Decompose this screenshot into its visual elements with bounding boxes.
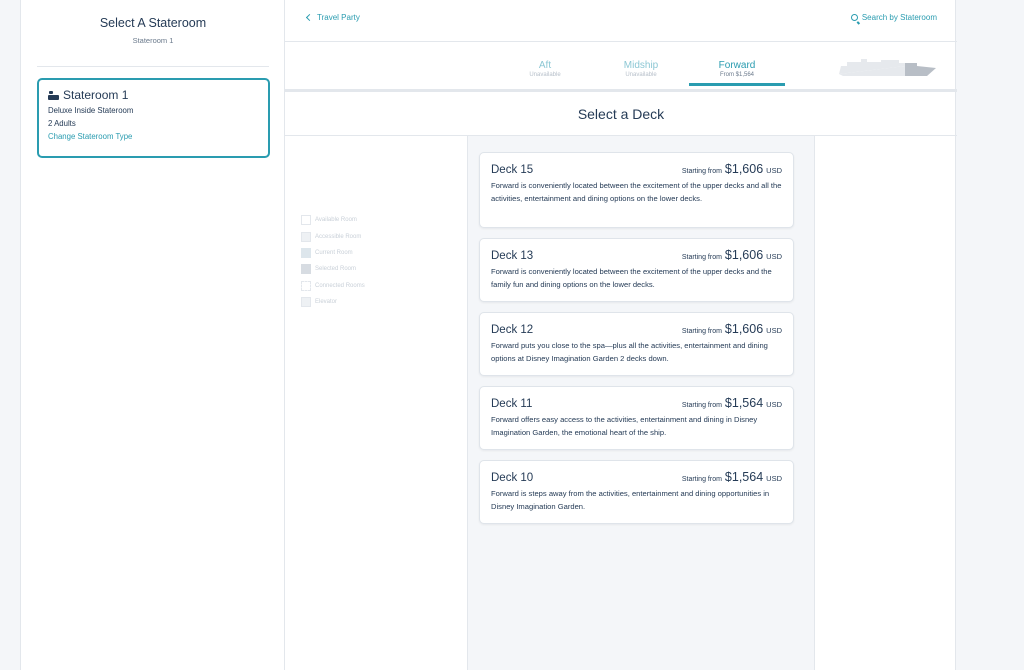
- select-deck-heading: Select a Deck: [285, 92, 957, 136]
- price-currency: USD: [766, 400, 782, 409]
- app-frame: Select A Stateroom Stateroom 1 Stateroom…: [20, 0, 957, 670]
- stateroom-sidebar: Select A Stateroom Stateroom 1 Stateroom…: [21, 0, 285, 670]
- price-prefix: Starting from: [681, 476, 722, 483]
- chevron-left-icon: [305, 13, 314, 22]
- deck-description: Forward offers easy access to the activi…: [491, 415, 758, 437]
- legend-label: Available Room: [315, 217, 357, 224]
- price-prefix: Starting from: [681, 168, 722, 175]
- deck-description: Forward puts you close to the spa—plus a…: [491, 341, 768, 363]
- tab-midship-status: Unavailable: [625, 72, 657, 78]
- sidebar-title: Select A Stateroom: [99, 16, 207, 30]
- stateroom-type: Deluxe Inside Stateroom: [48, 106, 134, 115]
- deck-price: Starting from $1,606 USD: [682, 322, 782, 336]
- price-prefix: Starting from: [681, 402, 722, 409]
- legend-label: Current Room: [315, 249, 353, 256]
- back-link-label: Travel Party: [317, 13, 360, 22]
- tab-midship[interactable]: Midship Unavailable: [593, 60, 689, 78]
- deck-map-legend: Available Room Accessible Room Current R…: [301, 212, 365, 310]
- deck-price: Starting from $1,606 USD: [682, 248, 782, 262]
- tab-midship-label: Midship: [623, 60, 659, 71]
- price-amount: $1,606: [724, 162, 764, 176]
- deck-price: Starting from $1,564 USD: [682, 396, 782, 410]
- deck-card-11[interactable]: Deck 11 Starting from $1,564 USD Forward…: [479, 386, 794, 450]
- search-icon: [850, 14, 858, 21]
- deck-name: Deck 12: [491, 324, 534, 336]
- legend-label: Selected Room: [315, 266, 357, 273]
- legend-item: Current Room: [301, 245, 365, 261]
- deck-card-10[interactable]: Deck 10 Starting from $1,564 USD Forward…: [479, 460, 794, 524]
- back-travel-party-link[interactable]: Travel Party: [305, 13, 360, 22]
- sidebar-subtitle: Stateroom 1: [132, 36, 174, 45]
- deck-list: Deck 15 Starting from $1,606 USD Forward…: [467, 136, 815, 670]
- stateroom-guests: 2 Adults: [48, 119, 76, 128]
- legend-item: Connected Rooms: [301, 278, 365, 294]
- deck-description: Forward is steps away from the activitie…: [491, 489, 770, 511]
- price-currency: USD: [766, 252, 782, 261]
- ship-section-tabs: Aft Unavailable Midship Unavailable Forw…: [285, 42, 957, 92]
- legend-item: Elevator: [301, 294, 365, 310]
- deck-price: Starting from $1,606 USD: [682, 162, 782, 176]
- deck-card-13[interactable]: Deck 13 Starting from $1,606 USD Forward…: [479, 238, 794, 302]
- search-link-label: Search by Stateroom: [861, 13, 937, 22]
- price-amount: $1,606: [724, 248, 764, 262]
- deck-name: Deck 11: [491, 398, 533, 410]
- price-prefix: Starting from: [681, 254, 722, 261]
- sidebar-divider: [37, 66, 269, 67]
- tab-forward-price: From $1,564: [719, 72, 755, 78]
- price-amount: $1,606: [724, 322, 764, 336]
- tab-forward-label: Forward: [718, 60, 756, 71]
- price-currency: USD: [766, 166, 782, 175]
- ship-silhouette-icon: [839, 59, 936, 76]
- stateroom-name: Stateroom 1: [63, 88, 129, 102]
- deck-card-15[interactable]: Deck 15 Starting from $1,606 USD Forward…: [479, 152, 794, 228]
- legend-item: Accessible Room: [301, 228, 365, 244]
- price-prefix: Starting from: [681, 328, 722, 335]
- legend-swatch-available: [301, 215, 311, 226]
- legend-swatch-current: [301, 247, 311, 258]
- legend-label: Elevator: [315, 299, 338, 306]
- tab-aft-status: Unavailable: [529, 72, 561, 78]
- elevator-icon: [301, 297, 311, 308]
- legend-item: Selected Room: [301, 261, 365, 277]
- tab-forward[interactable]: Forward From $1,564: [689, 60, 785, 86]
- legend-label: Accessible Room: [315, 233, 362, 240]
- change-stateroom-type-link[interactable]: Change Stateroom Type: [48, 132, 259, 141]
- tab-aft-label: Aft: [538, 60, 552, 71]
- legend-item: Available Room: [301, 212, 365, 228]
- deck-name: Deck 10: [491, 472, 534, 484]
- price-amount: $1,564: [724, 396, 764, 410]
- deck-name: Deck 15: [491, 164, 534, 176]
- bed-icon: [48, 90, 59, 100]
- search-by-stateroom-link[interactable]: Search by Stateroom: [850, 13, 937, 22]
- price-amount: $1,564: [724, 470, 764, 484]
- deck-name: Deck 13: [491, 250, 534, 262]
- legend-swatch-selected: [301, 264, 311, 275]
- legend-swatch-connected: [301, 280, 311, 291]
- stateroom-card[interactable]: Stateroom 1 Deluxe Inside Stateroom 2 Ad…: [37, 78, 270, 158]
- stateroom-card-header: Stateroom 1: [48, 88, 259, 102]
- deck-description: Forward is conveniently located between …: [491, 267, 772, 289]
- deck-description: Forward is conveniently located between …: [491, 181, 782, 203]
- deck-card-12[interactable]: Deck 12 Starting from $1,606 USD Forward…: [479, 312, 794, 376]
- deck-price: Starting from $1,564 USD: [682, 470, 782, 484]
- top-bar: Travel Party Search by Stateroom: [285, 0, 957, 42]
- legend-label: Connected Rooms: [315, 282, 365, 289]
- accessible-icon: [301, 231, 311, 242]
- tab-aft[interactable]: Aft Unavailable: [497, 60, 593, 78]
- deck-selection-main: Travel Party Search by Stateroom Aft Una…: [285, 0, 957, 670]
- price-currency: USD: [766, 326, 782, 335]
- price-currency: USD: [766, 474, 782, 483]
